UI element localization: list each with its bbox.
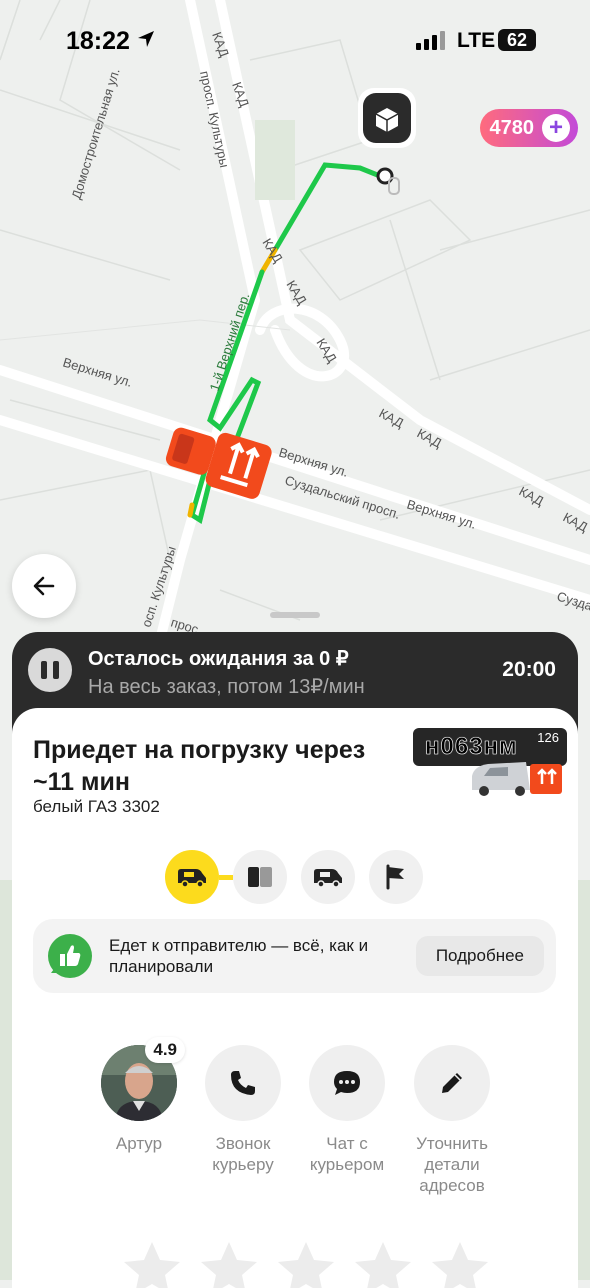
star-icon xyxy=(278,1242,334,1288)
chat-button-circle xyxy=(309,1045,385,1121)
box-icon xyxy=(248,867,272,887)
step-finish xyxy=(369,850,423,904)
courier-rating: 4.9 xyxy=(145,1037,185,1063)
van-icon xyxy=(472,762,562,796)
courier-profile-button[interactable]: 4.9 Артур xyxy=(94,1037,185,1154)
arrow-left-icon xyxy=(33,576,55,596)
call-courier-label: Звонок курьеру xyxy=(212,1134,274,1174)
edit-addresses-button[interactable]: Уточнить детали адресов xyxy=(407,1045,497,1196)
call-button-circle xyxy=(205,1045,281,1121)
edit-button-circle xyxy=(414,1045,490,1121)
star-icon xyxy=(432,1242,488,1288)
plus-points-badge[interactable]: 4780 + xyxy=(479,109,578,147)
details-button[interactable]: Подробнее xyxy=(415,936,544,976)
waiting-subtitle: На весь заказ, потом 13₽/мин xyxy=(88,676,365,698)
order-sheet: Приедет на погрузку через ~11 мин белый … xyxy=(12,708,578,1288)
truck-icon xyxy=(178,869,206,888)
trip-status-text: Едет к отправителю — всё, как и планиров… xyxy=(109,936,369,976)
phone-icon xyxy=(231,1071,255,1095)
progress-line xyxy=(219,875,233,880)
order-eta-title: Приедет на погрузку через ~11 мин xyxy=(33,736,366,796)
back-button[interactable] xyxy=(12,554,76,618)
vehicle-description: белый ГАЗ 3302 xyxy=(33,797,160,816)
chat-courier-button[interactable]: Чат с курьером xyxy=(302,1045,392,1175)
thumbs-up-icon xyxy=(48,934,92,978)
network-label: LTE xyxy=(457,29,496,52)
star-icon xyxy=(124,1242,180,1288)
step-truck xyxy=(165,850,219,904)
pencil-icon xyxy=(442,1073,462,1093)
sheet-drag-handle[interactable] xyxy=(270,612,320,618)
waiting-title: Осталось ожидания за 0 ₽ xyxy=(88,648,349,670)
rating-stars[interactable] xyxy=(112,1228,492,1288)
star-icon xyxy=(355,1242,411,1288)
courier-name: Артур xyxy=(115,1134,163,1153)
plate-number: н063нм xyxy=(425,733,518,761)
status-bar: 18:22 LTE 62 xyxy=(0,0,590,80)
points-value: 4780 xyxy=(489,116,535,139)
signal-icon xyxy=(416,31,445,50)
plate-region: 126 xyxy=(537,730,559,745)
call-courier-button[interactable]: Звонок курьеру xyxy=(198,1045,288,1175)
location-arrow-icon xyxy=(138,31,154,47)
truck-icon xyxy=(314,869,342,888)
flag-icon xyxy=(386,864,404,890)
plus-icon: + xyxy=(542,114,570,142)
waiting-timer: 20:00 xyxy=(502,658,556,681)
step-delivery xyxy=(301,850,355,904)
battery-icon: 62 xyxy=(498,29,536,51)
courier-avatar: 4.9 xyxy=(101,1037,185,1121)
pause-icon[interactable] xyxy=(28,648,72,692)
chat-icon xyxy=(334,1071,360,1095)
chat-courier-label: Чат с курьером xyxy=(309,1134,385,1174)
edit-addresses-label: Уточнить детали адресов xyxy=(416,1134,488,1195)
star-icon xyxy=(201,1242,257,1288)
step-loading xyxy=(233,850,287,904)
delivery-progress xyxy=(165,850,425,906)
trip-status-card: Едет к отправителю — всё, как и планиров… xyxy=(33,919,556,993)
status-time: 18:22 xyxy=(66,27,130,55)
